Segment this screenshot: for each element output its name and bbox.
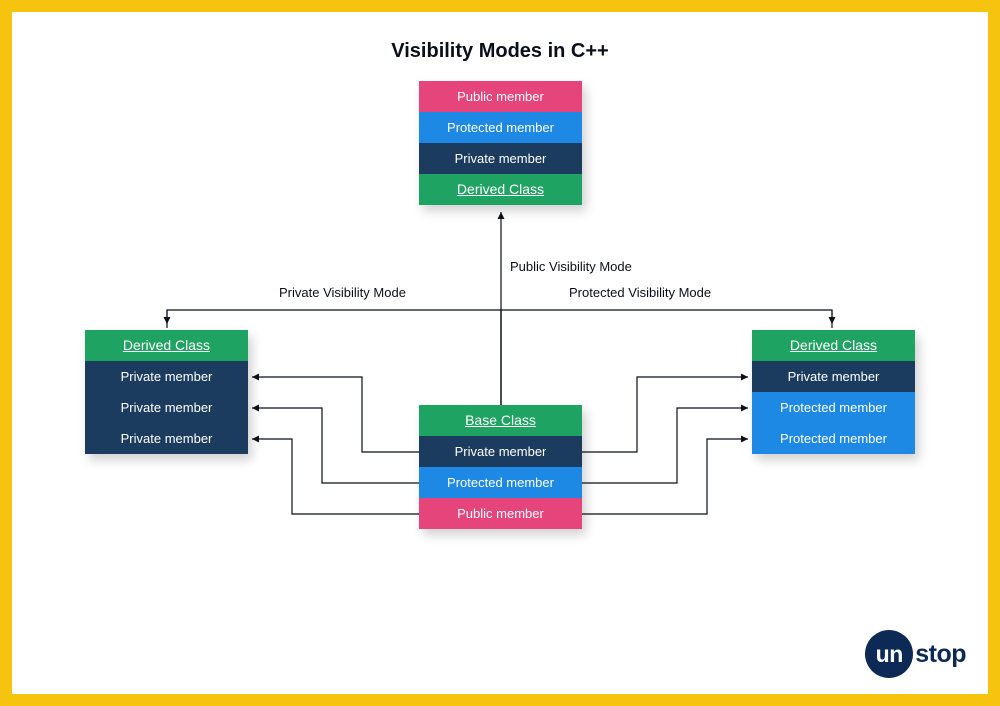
diagram-frame: Visibility Modes in C++ Public member Pr…	[0, 0, 1000, 706]
brand-logo: unstop	[865, 630, 966, 678]
brand-prefix: un	[865, 630, 913, 678]
label-protected-mode: Protected Visibility Mode	[569, 285, 711, 300]
brand-suffix: stop	[915, 640, 966, 669]
label-public-mode: Public Visibility Mode	[510, 259, 632, 274]
cell-private-member: Private member	[419, 436, 582, 467]
cell-protected-member: Protected member	[419, 112, 582, 143]
class-label-base: Base Class	[419, 405, 582, 436]
label-private-mode: Private Visibility Mode	[279, 285, 406, 300]
class-label-derived: Derived Class	[752, 330, 915, 361]
diagram-title: Visibility Modes in C++	[391, 40, 608, 63]
class-label-derived: Derived Class	[419, 174, 582, 205]
cell-protected-member: Protected member	[752, 392, 915, 423]
cell-private-member: Private member	[419, 143, 582, 174]
base-class-stack: Base Class Private member Protected memb…	[419, 405, 582, 529]
cell-public-member: Public member	[419, 81, 582, 112]
cell-private-member: Private member	[85, 361, 248, 392]
class-label-derived: Derived Class	[85, 330, 248, 361]
cell-private-member: Private member	[752, 361, 915, 392]
cell-protected-member: Protected member	[752, 423, 915, 454]
cell-private-member: Private member	[85, 423, 248, 454]
top-derived-stack: Public member Protected member Private m…	[419, 81, 582, 205]
left-derived-stack: Derived Class Private member Private mem…	[85, 330, 248, 454]
cell-protected-member: Protected member	[419, 467, 582, 498]
cell-private-member: Private member	[85, 392, 248, 423]
cell-public-member: Public member	[419, 498, 582, 529]
right-derived-stack: Derived Class Private member Protected m…	[752, 330, 915, 454]
